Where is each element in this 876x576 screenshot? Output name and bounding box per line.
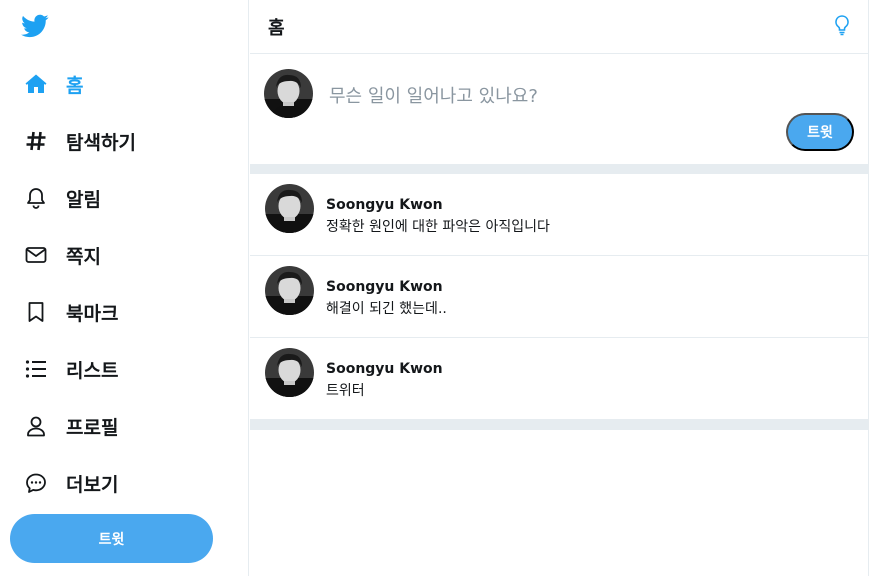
envelope-icon <box>24 243 48 267</box>
section-divider <box>250 164 868 174</box>
tweet-text: 트위터 <box>326 383 365 399</box>
section-divider <box>250 420 868 430</box>
nav-lists[interactable]: 리스트 <box>24 349 118 389</box>
tweet-author[interactable]: Soongyu Kwon <box>326 197 443 213</box>
nav-explore-label: 탐색하기 <box>66 131 136 154</box>
home-icon <box>24 72 48 96</box>
nav-lists-label: 리스트 <box>66 359 119 382</box>
nav-messages[interactable]: 쪽지 <box>24 235 101 275</box>
nav-more[interactable]: 더보기 <box>24 463 118 503</box>
avatar[interactable] <box>265 348 314 397</box>
avatar[interactable] <box>264 69 313 118</box>
nav-profile-label: 프로필 <box>66 416 119 439</box>
nav-profile[interactable]: 프로필 <box>24 406 118 446</box>
nav-bookmarks-label: 북마크 <box>66 302 119 325</box>
tweet-item[interactable]: Soongyu Kwon 해결이 되긴 했는데.. <box>250 256 868 338</box>
nav-home[interactable]: 홈 <box>24 64 83 104</box>
bell-icon <box>24 186 48 210</box>
tweet-author[interactable]: Soongyu Kwon <box>326 279 443 295</box>
nav-messages-label: 쪽지 <box>66 245 101 268</box>
page-title: 홈 <box>268 17 285 39</box>
list-icon <box>24 357 48 381</box>
lightbulb-icon[interactable] <box>832 14 852 40</box>
tweet-item[interactable]: Soongyu Kwon 트위터 <box>250 338 868 420</box>
nav-more-label: 더보기 <box>66 473 119 496</box>
nav-bookmarks[interactable]: 북마크 <box>24 292 118 332</box>
user-icon <box>24 414 48 438</box>
bookmark-icon <box>24 300 48 324</box>
tweet-text: 정확한 원인에 대한 파악은 아직입니다 <box>326 219 550 235</box>
nav-notifications[interactable]: 알림 <box>24 178 101 218</box>
twitter-logo-icon[interactable] <box>20 12 50 40</box>
hashtag-icon <box>24 129 48 153</box>
avatar[interactable] <box>265 266 314 315</box>
tweet-author[interactable]: Soongyu Kwon <box>326 361 443 377</box>
sidebar-tweet-button[interactable]: 트윗 <box>10 514 213 563</box>
timeline-header: 홈 <box>250 0 868 54</box>
compose-box: 무슨 일이 일어나고 있나요? 트윗 <box>250 54 868 164</box>
compose-input[interactable]: 무슨 일이 일어나고 있나요? <box>329 82 538 108</box>
sidebar: 홈 탐색하기 알림 쪽지 북마크 리스트 프로필 더보기 트윗 <box>0 0 249 576</box>
nav-explore[interactable]: 탐색하기 <box>24 121 136 161</box>
tweet-item[interactable]: Soongyu Kwon 정확한 원인에 대한 파악은 아직입니다 <box>250 174 868 256</box>
nav-notifications-label: 알림 <box>66 188 101 211</box>
more-chat-icon <box>24 471 48 495</box>
main-timeline: 홈 무슨 일이 일어나고 있나요? 트윗 Soongyu Kwon 정확한 원인… <box>250 0 869 576</box>
nav-home-label: 홈 <box>66 74 84 97</box>
avatar[interactable] <box>265 184 314 233</box>
compose-tweet-button[interactable]: 트윗 <box>786 113 854 151</box>
tweet-text: 해결이 되긴 했는데.. <box>326 301 447 317</box>
